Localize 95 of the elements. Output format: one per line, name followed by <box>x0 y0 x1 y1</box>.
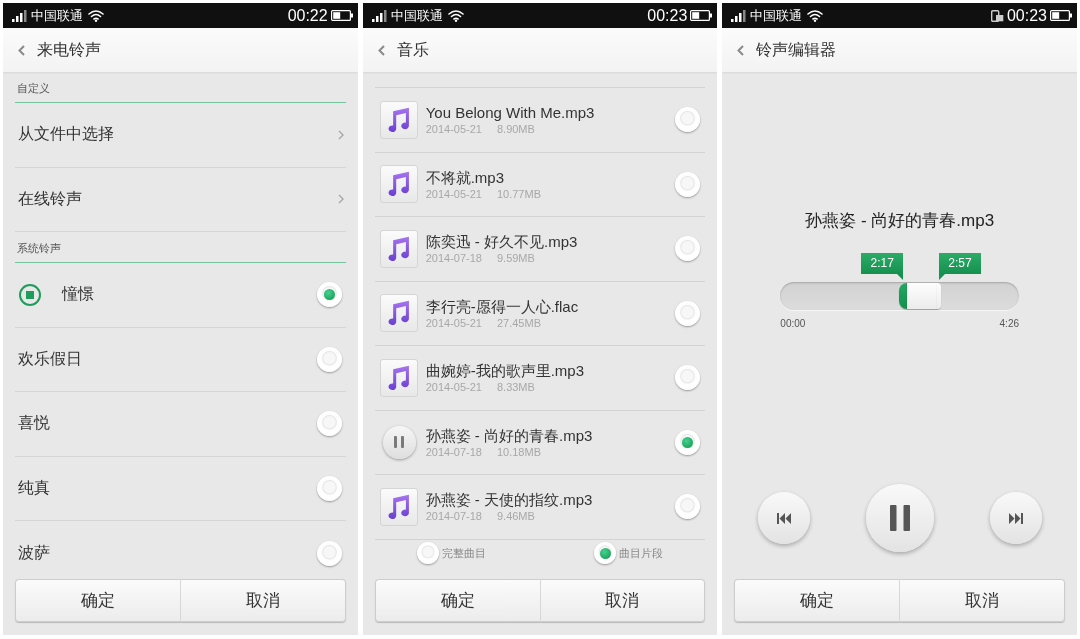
stop-icon[interactable] <box>19 283 41 306</box>
radio-button[interactable] <box>675 300 701 326</box>
battery-icon <box>330 10 353 21</box>
file-name: 不将就.mp3 <box>425 167 506 187</box>
radio-button[interactable] <box>316 346 342 372</box>
confirm-button[interactable]: 确定 <box>15 579 181 622</box>
radio-button[interactable] <box>675 429 701 455</box>
signal-icon <box>731 9 747 22</box>
file-size: 9.59MB <box>496 252 535 266</box>
radio-button[interactable] <box>675 494 701 520</box>
back-icon[interactable] <box>377 44 385 56</box>
file-date: 2014-07-18 <box>425 510 482 524</box>
file-size: 10.77MB <box>496 187 541 201</box>
section-header: 自定义 <box>15 72 346 103</box>
pause-icon[interactable] <box>382 425 416 459</box>
file-date: 2014-05-21 <box>425 123 482 137</box>
song-title: 孙燕姿 - 尚好的青春.mp3 <box>804 210 996 232</box>
wifi-icon <box>807 9 824 22</box>
start-time: 00:00 <box>780 318 806 330</box>
slider-track[interactable] <box>780 282 1019 310</box>
file-date: 2014-07-18 <box>425 445 482 459</box>
clock-time: 00:23 <box>1006 6 1047 25</box>
chevron-right-icon <box>337 194 344 205</box>
ringtone-name: 憧憬 <box>62 284 94 305</box>
wifi-icon <box>447 9 464 22</box>
radio-button[interactable] <box>416 542 439 564</box>
radio-button[interactable] <box>675 171 701 197</box>
confirm-button[interactable]: 确定 <box>734 579 901 622</box>
file-date: 2014-07-18 <box>425 252 482 266</box>
skip-back-icon <box>776 512 791 524</box>
music-note-icon[interactable] <box>379 100 418 139</box>
screen-title: 音乐 <box>396 39 429 60</box>
file-name: 陈奕迅 - 好久不见.mp3 <box>425 232 578 252</box>
play-pause-button[interactable] <box>865 484 934 552</box>
file-name: 孙燕姿 - 尚好的青春.mp3 <box>425 425 593 445</box>
chevron-right-icon <box>337 129 344 140</box>
radio-button[interactable] <box>675 107 701 133</box>
battery-icon <box>1050 10 1072 21</box>
start-handle[interactable] <box>899 283 908 309</box>
screen-title: 来电铃声 <box>37 39 101 60</box>
radio-button[interactable] <box>316 540 342 566</box>
file-name: 孙燕姿 - 天使的指纹.mp3 <box>425 490 593 510</box>
file-size: 10.18MB <box>496 445 541 459</box>
music-note-icon[interactable] <box>379 487 418 526</box>
wifi-icon <box>88 9 104 22</box>
file-name: You Belong With Me.mp3 <box>425 103 595 123</box>
menu-item[interactable]: 从文件中选择 <box>15 103 346 168</box>
music-note-icon[interactable] <box>379 165 418 204</box>
signal-icon <box>12 9 27 22</box>
end-handle[interactable] <box>937 283 942 309</box>
file-size: 27.45MB <box>496 316 541 330</box>
ringtone-name: 波萨 <box>18 542 50 563</box>
confirm-button[interactable]: 确定 <box>374 579 541 622</box>
music-note-icon[interactable] <box>379 294 418 333</box>
ringtone-name: 纯真 <box>18 477 50 498</box>
option-label: 完整曲目 <box>441 545 486 561</box>
clock-time: 00:22 <box>287 6 328 25</box>
file-size: 8.33MB <box>496 381 535 395</box>
ringtone-name: 欢乐假日 <box>18 348 82 369</box>
file-size: 8.90MB <box>496 123 535 137</box>
carrier-name: 中国联通 <box>390 7 443 24</box>
option-label: 曲目片段 <box>619 545 664 561</box>
file-size: 9.46MB <box>496 510 535 524</box>
skip-forward-icon <box>1008 512 1023 524</box>
next-button[interactable] <box>989 492 1042 544</box>
menu-item[interactable]: 在线铃声 <box>15 167 346 232</box>
radio-button[interactable] <box>675 365 701 391</box>
cancel-button[interactable]: 取消 <box>900 579 1066 622</box>
end-time: 4:26 <box>999 318 1019 330</box>
battery-icon <box>690 10 713 21</box>
file-name: 李行亮-愿得一人心.flac <box>425 296 579 316</box>
radio-button[interactable] <box>316 411 342 437</box>
signal-icon <box>371 9 387 22</box>
file-date: 2014-05-21 <box>425 316 482 330</box>
radio-button[interactable] <box>316 475 342 501</box>
cancel-button[interactable]: 取消 <box>540 579 706 622</box>
back-icon[interactable] <box>18 44 25 56</box>
carrier-name: 中国联通 <box>31 7 83 24</box>
back-icon[interactable] <box>737 44 745 56</box>
screen-title: 铃声编辑器 <box>756 39 837 60</box>
cancel-button[interactable]: 取消 <box>180 579 346 622</box>
file-date: 2014-05-21 <box>425 381 482 395</box>
clock-time: 00:23 <box>647 6 688 25</box>
radio-button[interactable] <box>675 236 701 262</box>
previous-button[interactable] <box>757 492 810 544</box>
ringtone-name: 喜悦 <box>18 413 50 434</box>
music-note-icon[interactable] <box>379 229 418 268</box>
radio-button[interactable] <box>316 282 342 308</box>
file-name: 曲婉婷-我的歌声里.mp3 <box>425 361 584 381</box>
file-date: 2014-05-21 <box>425 187 482 201</box>
radio-button[interactable] <box>594 542 617 564</box>
range-thumb[interactable] <box>907 283 938 309</box>
music-note-icon[interactable] <box>379 358 418 397</box>
carrier-name: 中国联通 <box>750 7 803 24</box>
section-header: 系统铃声 <box>15 232 346 263</box>
